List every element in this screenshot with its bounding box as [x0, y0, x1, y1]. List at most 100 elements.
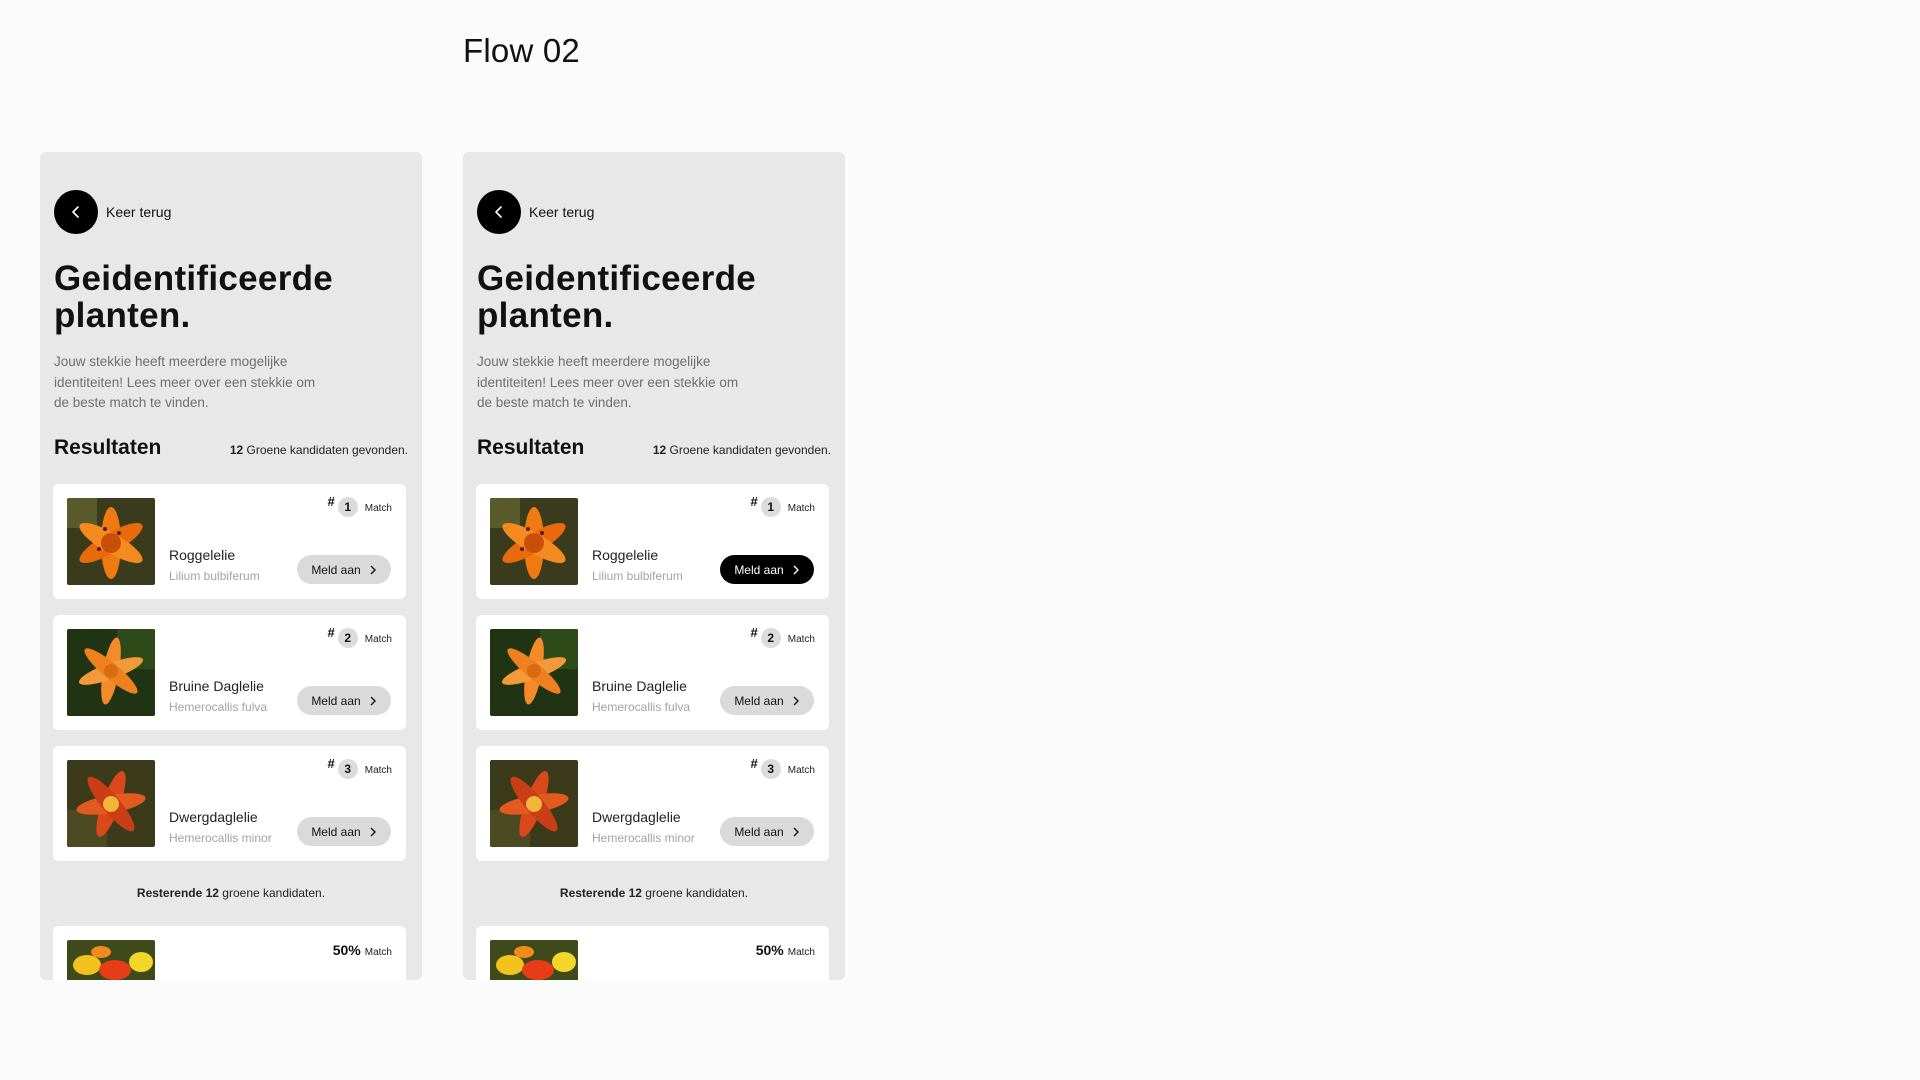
chevron-right-icon — [793, 565, 799, 574]
daylily-photo — [490, 629, 578, 716]
results-count-text: Groene kandidaten gevonden. — [666, 443, 831, 457]
match-rank: # 2 Match — [327, 625, 392, 648]
plant-name: Roggelelie — [592, 547, 659, 563]
plant-name: Dwergdaglelie — [169, 809, 258, 825]
page-title: Geidentificeerde planten. — [54, 259, 334, 335]
rank-hash: # — [327, 625, 335, 640]
result-card[interactable]: # 3 Match Dwergdaglelie Hemerocallis min… — [53, 746, 406, 861]
results-title: Resultaten — [477, 436, 585, 459]
page-title: Geidentificeerde planten. — [477, 259, 757, 335]
results-count: 12 Groene kandidaten gevonden. — [230, 443, 408, 457]
mixed-lilies-photo — [67, 940, 155, 980]
red-daylily-photo — [67, 760, 155, 847]
register-button[interactable]: Meld aan — [297, 817, 391, 846]
register-button-label: Meld aan — [734, 562, 784, 577]
register-button[interactable]: Meld aan — [720, 555, 814, 584]
rank-number: 3 — [760, 759, 781, 779]
register-button[interactable]: Meld aan — [297, 686, 391, 715]
remaining-bold: Resterende 12 — [136, 886, 219, 900]
match-label: Match — [787, 765, 815, 776]
back-button[interactable] — [54, 190, 98, 234]
remaining-bold: Resterende 12 — [559, 886, 642, 900]
back-label[interactable]: Keer terug — [106, 204, 171, 220]
rank-hash: # — [750, 756, 758, 771]
mixed-lilies-photo — [490, 940, 578, 980]
flow-title: Flow 02 — [463, 32, 580, 69]
rank-hash: # — [327, 494, 335, 509]
chevron-right-icon — [793, 827, 799, 836]
intro-text: Jouw stekkie heeft meerdere mogelijke id… — [54, 354, 316, 410]
rank-number: 1 — [760, 497, 781, 517]
match-rank: # 3 Match — [328, 756, 392, 779]
register-button[interactable]: Meld aan — [297, 555, 391, 584]
register-button-label: Meld aan — [734, 824, 784, 839]
intro-text: Jouw stekkie heeft meerdere mogelijke id… — [477, 354, 739, 410]
match-label: Match — [787, 634, 815, 645]
chevron-right-icon — [370, 696, 376, 705]
match-label: Match — [364, 634, 392, 645]
results-count-number: 12 — [229, 443, 244, 457]
chevron-right-icon — [370, 827, 376, 836]
orange-lily-photo — [67, 498, 155, 585]
rank-hash: # — [750, 625, 758, 640]
chevron-left-icon — [72, 206, 79, 218]
result-card[interactable]: # 2 Match Bruine Daglelie Hemerocallis f… — [53, 615, 406, 730]
results-header: Resultaten 12 Groene kandidaten gevonden… — [477, 436, 831, 460]
chevron-right-icon — [370, 565, 376, 574]
plant-name: Roggelelie — [169, 547, 236, 563]
back-label[interactable]: Keer terug — [529, 204, 594, 220]
percentage-value: 50% — [755, 942, 784, 958]
plant-latin-name: Hemerocallis fulva — [592, 700, 691, 714]
result-card[interactable]: 50% Match — [53, 926, 406, 980]
daylily-photo — [67, 629, 155, 716]
plant-name: Bruine Daglelie — [169, 678, 264, 694]
plant-latin-name: Lilium bulbiferum — [592, 569, 683, 583]
results-header: Resultaten 12 Groene kandidaten gevonden… — [54, 436, 408, 460]
match-label: Match — [787, 503, 815, 514]
match-rank: # 1 Match — [750, 494, 815, 517]
rank-number: 3 — [337, 759, 358, 779]
results-title: Resultaten — [54, 436, 162, 459]
red-daylily-photo — [490, 760, 578, 847]
chevron-right-icon — [793, 696, 799, 705]
rank-number: 1 — [337, 497, 358, 517]
rank-hash: # — [750, 494, 758, 509]
plant-latin-name: Lilium bulbiferum — [169, 569, 260, 583]
plant-name: Dwergdaglelie — [592, 809, 681, 825]
register-button[interactable]: Meld aan — [720, 686, 814, 715]
chevron-left-icon — [495, 206, 502, 218]
plant-latin-name: Hemerocallis minor — [592, 831, 695, 845]
rank-number: 2 — [760, 628, 781, 648]
match-label: Match — [787, 947, 815, 958]
match-rank: # 2 Match — [750, 625, 815, 648]
remaining-candidates: Resterende 12 groene kandidaten. — [40, 886, 422, 900]
result-card[interactable]: # 3 Match Dwergdaglelie Hemerocallis min… — [476, 746, 829, 861]
match-percentage: 50% Match — [333, 942, 392, 958]
result-card[interactable]: # 2 Match Bruine Daglelie Hemerocallis f… — [476, 615, 829, 730]
register-button-label: Meld aan — [311, 562, 361, 577]
back-nav[interactable]: Keer terug — [477, 190, 594, 234]
screen-1: Keer terug Geidentificeerde planten. Jou… — [40, 152, 422, 980]
register-button[interactable]: Meld aan — [720, 817, 814, 846]
result-card[interactable]: 50% Match — [476, 926, 829, 980]
result-card[interactable]: # 1 Match Roggelelie Lilium bulbiferum M… — [53, 484, 406, 599]
results-count: 12 Groene kandidaten gevonden. — [653, 443, 831, 457]
result-card[interactable]: # 1 Match Roggelelie Lilium bulbiferum M… — [476, 484, 829, 599]
match-rank: # 3 Match — [750, 756, 815, 779]
register-button-label: Meld aan — [734, 693, 784, 708]
back-button[interactable] — [477, 190, 521, 234]
plant-name: Bruine Daglelie — [592, 678, 687, 694]
remaining-text: groene kandidaten. — [641, 886, 749, 900]
back-nav[interactable]: Keer terug — [54, 190, 171, 234]
remaining-text: groene kandidaten. — [218, 886, 326, 900]
remaining-candidates: Resterende 12 groene kandidaten. — [463, 886, 845, 900]
design-canvas: Flow 02 Keer terug Geidentificeerde plan… — [0, 0, 1920, 1080]
match-rank: # 1 Match — [327, 494, 392, 517]
register-button-label: Meld aan — [311, 824, 361, 839]
percentage-value: 50% — [332, 942, 361, 958]
match-label: Match — [364, 765, 392, 776]
screen-2: Keer terug Geidentificeerde planten. Jou… — [463, 152, 845, 980]
plant-latin-name: Hemerocallis fulva — [169, 700, 268, 714]
rank-number: 2 — [337, 628, 358, 648]
register-button-label: Meld aan — [311, 693, 361, 708]
